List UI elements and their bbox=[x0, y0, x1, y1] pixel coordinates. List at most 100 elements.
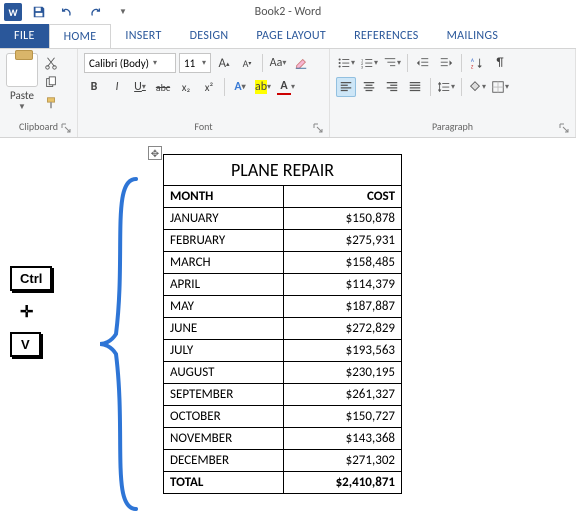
cell-month: JANUARY bbox=[164, 208, 284, 230]
font-name-combo[interactable]: Calibri (Body)▾ bbox=[84, 53, 176, 73]
justify-button[interactable] bbox=[405, 77, 425, 97]
undo-button[interactable] bbox=[56, 2, 78, 22]
table-row[interactable]: JUNE$272,829 bbox=[164, 318, 402, 340]
cell-cost: $150,727 bbox=[284, 406, 402, 428]
shrink-font-button[interactable]: A▾ bbox=[237, 53, 257, 73]
table-title: PLANE REPAIR bbox=[164, 155, 402, 186]
subscript-button[interactable]: x₂ bbox=[176, 77, 196, 97]
borders-button[interactable]: ▾ bbox=[490, 77, 510, 97]
window-title: Book2 - Word bbox=[255, 5, 322, 19]
table-row[interactable]: SEPTEMBER$261,327 bbox=[164, 384, 402, 406]
superscript-button[interactable]: x² bbox=[199, 77, 219, 97]
increase-indent-button[interactable] bbox=[436, 53, 456, 73]
numbering-button[interactable]: 123▾ bbox=[359, 53, 379, 73]
svg-text:A: A bbox=[471, 58, 475, 64]
cell-cost: $150,878 bbox=[284, 208, 402, 230]
cell-cost: $193,563 bbox=[284, 340, 402, 362]
table-row[interactable]: NOVEMBER$143,368 bbox=[164, 428, 402, 450]
table-row[interactable]: JULY$193,563 bbox=[164, 340, 402, 362]
text-effects-button[interactable]: A▾ bbox=[230, 77, 250, 97]
table-row[interactable]: JANUARY$150,878 bbox=[164, 208, 402, 230]
underline-button[interactable]: U▾ bbox=[130, 77, 150, 97]
bold-button[interactable]: B bbox=[84, 77, 104, 97]
dialog-launcher-icon[interactable] bbox=[313, 123, 323, 133]
align-right-button[interactable] bbox=[382, 77, 402, 97]
change-case-button[interactable]: Aa▾ bbox=[268, 53, 288, 73]
align-left-button[interactable] bbox=[336, 77, 356, 97]
font-size-combo[interactable]: 11▾ bbox=[179, 53, 211, 73]
cell-cost: $272,829 bbox=[284, 318, 402, 340]
copy-button[interactable] bbox=[42, 75, 60, 91]
word-app-icon: W bbox=[4, 3, 22, 21]
table-row[interactable]: DECEMBER$271,302 bbox=[164, 450, 402, 472]
cell-cost: $158,485 bbox=[284, 252, 402, 274]
tab-insert[interactable]: INSERT bbox=[111, 24, 175, 48]
grow-font-button[interactable]: A▴ bbox=[214, 53, 234, 73]
tab-page-layout[interactable]: PAGE LAYOUT bbox=[242, 24, 340, 48]
document-area[interactable]: ✥ PLANE REPAIR MONTH COST JANUARY$150,87… bbox=[0, 140, 576, 518]
italic-button[interactable]: I bbox=[107, 77, 127, 97]
table-row[interactable]: APRIL$114,379 bbox=[164, 274, 402, 296]
shading-button[interactable]: ▾ bbox=[467, 77, 487, 97]
total-value: $2,410,871 bbox=[284, 472, 402, 494]
show-hide-button[interactable]: ¶ bbox=[490, 53, 510, 73]
key-v-overlay: V bbox=[10, 332, 41, 357]
table-row[interactable]: MARCH$158,485 bbox=[164, 252, 402, 274]
group-label-font: Font bbox=[84, 120, 323, 135]
ribbon: Paste ▼ Clipboard Calibri (Body)▾ 11▾ A▴… bbox=[0, 48, 576, 138]
cell-month: MARCH bbox=[164, 252, 284, 274]
cell-month: JULY bbox=[164, 340, 284, 362]
cell-cost: $261,327 bbox=[284, 384, 402, 406]
group-label-clipboard: Clipboard bbox=[6, 120, 71, 135]
strikethrough-button[interactable]: abc bbox=[153, 77, 173, 97]
decrease-indent-button[interactable] bbox=[413, 53, 433, 73]
group-paragraph: ▾ 123▾ ▾ AZ ¶ ▾ bbox=[330, 49, 576, 137]
cell-month: AUGUST bbox=[164, 362, 284, 384]
cell-cost: $114,379 bbox=[284, 274, 402, 296]
table-row[interactable]: MAY$187,887 bbox=[164, 296, 402, 318]
format-painter-button[interactable] bbox=[42, 95, 60, 111]
group-label-paragraph: Paragraph bbox=[336, 120, 569, 135]
tab-home[interactable]: HOME bbox=[49, 24, 112, 48]
title-bar: W ▼ Book2 - Word bbox=[0, 0, 576, 24]
total-label: TOTAL bbox=[164, 472, 284, 494]
paste-label: Paste bbox=[10, 89, 34, 102]
paste-button[interactable]: Paste ▼ bbox=[6, 53, 38, 112]
dialog-launcher-icon[interactable] bbox=[61, 123, 71, 133]
save-button[interactable] bbox=[28, 2, 50, 22]
tab-file[interactable]: FILE bbox=[0, 24, 49, 48]
cell-cost: $187,887 bbox=[284, 296, 402, 318]
dialog-launcher-icon[interactable] bbox=[559, 123, 569, 133]
multilevel-list-button[interactable]: ▾ bbox=[382, 53, 402, 73]
table-row[interactable]: OCTOBER$150,727 bbox=[164, 406, 402, 428]
sort-button[interactable]: AZ bbox=[467, 53, 487, 73]
table-move-handle[interactable]: ✥ bbox=[148, 146, 162, 160]
cell-cost: $143,368 bbox=[284, 428, 402, 450]
brace-annotation bbox=[96, 174, 146, 514]
align-center-button[interactable] bbox=[359, 77, 379, 97]
cell-cost: $275,931 bbox=[284, 230, 402, 252]
clear-formatting-button[interactable] bbox=[291, 53, 311, 73]
line-spacing-button[interactable]: ▾ bbox=[436, 77, 456, 97]
group-font: Calibri (Body)▾ 11▾ A▴ A▾ Aa▾ B I U▾ abc… bbox=[78, 49, 330, 137]
tab-references[interactable]: REFERENCES bbox=[340, 24, 433, 48]
cell-month: JUNE bbox=[164, 318, 284, 340]
cell-month: OCTOBER bbox=[164, 406, 284, 428]
data-table[interactable]: PLANE REPAIR MONTH COST JANUARY$150,878F… bbox=[163, 154, 402, 494]
redo-button[interactable] bbox=[84, 2, 106, 22]
quick-access-toolbar: W ▼ bbox=[0, 2, 134, 22]
table-row[interactable]: AUGUST$230,195 bbox=[164, 362, 402, 384]
cell-cost: $271,302 bbox=[284, 450, 402, 472]
key-ctrl-overlay: Ctrl bbox=[10, 266, 52, 291]
tab-mailings[interactable]: MAILINGS bbox=[433, 24, 513, 48]
cut-button[interactable] bbox=[42, 55, 60, 71]
bullets-button[interactable]: ▾ bbox=[336, 53, 356, 73]
ribbon-tabs: FILE HOME INSERT DESIGN PAGE LAYOUT REFE… bbox=[0, 24, 576, 48]
highlight-button[interactable]: ab▾ bbox=[253, 77, 273, 97]
cell-month: APRIL bbox=[164, 274, 284, 296]
table-row[interactable]: FEBRUARY$275,931 bbox=[164, 230, 402, 252]
cell-month: SEPTEMBER bbox=[164, 384, 284, 406]
tab-design[interactable]: DESIGN bbox=[176, 24, 243, 48]
font-color-button[interactable]: A▾ bbox=[276, 77, 296, 97]
customize-qat-button[interactable]: ▼ bbox=[112, 2, 134, 22]
